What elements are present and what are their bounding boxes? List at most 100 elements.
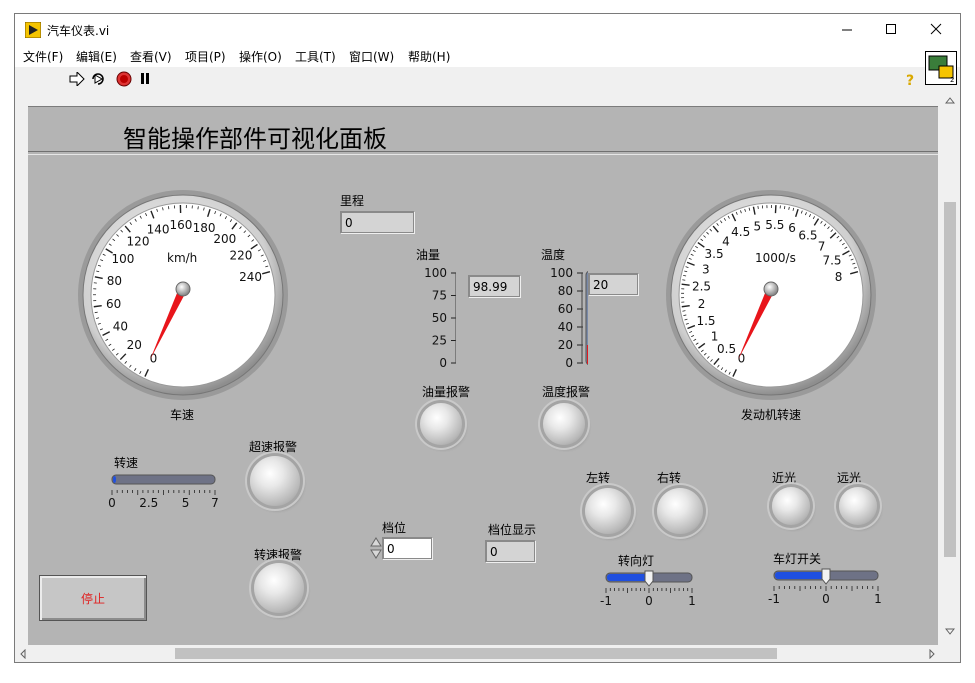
right-turn-label: 右转	[657, 471, 682, 485]
rpm-tick-label: 1.5	[696, 314, 715, 328]
turn-signal-slider[interactable]: -1 0 1	[600, 565, 700, 605]
menu-operate[interactable]: 操作(O)	[239, 48, 282, 65]
pause-icon[interactable]	[139, 72, 151, 86]
stop-button[interactable]: 停止	[39, 575, 147, 621]
thermometer: 100 80 60 40 20 0	[550, 266, 588, 370]
menu-help[interactable]: 帮助(H)	[408, 48, 450, 65]
turn-thumb	[644, 570, 654, 587]
scroll-up-icon[interactable]	[945, 96, 955, 104]
panel-face: 智能操作部件可视化面板 0 20 40 60 80 100 120 140 160 180 200 2…	[28, 106, 938, 645]
rpm-tick-label: 3.5	[705, 247, 724, 261]
rpm-needle-hub	[763, 281, 779, 297]
fuel-value-indicator: 98.99	[468, 275, 520, 297]
menu-window[interactable]: 窗口(W)	[349, 48, 394, 65]
turn-tick-label: 0	[645, 594, 653, 605]
rpm-tick-label: 6.5	[798, 229, 817, 243]
menu-project[interactable]: 项目(P)	[185, 48, 226, 65]
vi-connector-icon: 2	[925, 51, 957, 85]
svg-text:2: 2	[950, 76, 954, 84]
rotation-tick-label: 7	[211, 496, 219, 507]
speed-tick-label: 200	[213, 232, 236, 246]
fuel-tick-label: 50	[432, 311, 447, 325]
speed-tick	[197, 206, 199, 210]
gear-display-indicator: 0	[485, 540, 535, 562]
rpm-gauge[interactable]: 00.511.5 2 2.5 3 3.544.5 5 5.5 66.577.5 8 1000/s	[664, 188, 878, 402]
fuel-tick-label: 100	[424, 266, 447, 280]
menu-view[interactable]: 查看(V)	[130, 48, 172, 65]
gear-increment-decrement-icon[interactable]	[370, 536, 382, 560]
light-fill	[775, 572, 827, 579]
light-switch-slider[interactable]: -1 0 1	[768, 563, 888, 603]
high-beam-led	[839, 487, 877, 525]
fuel-alarm-led	[420, 403, 462, 445]
fuel-alarm-label: 油量报警	[422, 385, 471, 399]
turn-tick-label: 1	[688, 594, 696, 605]
high-beam-label: 远光	[837, 471, 862, 485]
mileage-indicator: 0	[340, 211, 414, 233]
gear-label: 档位	[382, 521, 407, 535]
turn-tick-label: -1	[600, 594, 612, 605]
speed-gauge[interactable]: 020406080100120140 160 180200220240km/h	[76, 188, 290, 402]
minimize-icon[interactable]	[841, 24, 853, 36]
labview-vi-icon	[25, 22, 41, 38]
panel-title: 智能操作部件可视化面板	[123, 125, 387, 153]
rpm-tick-label: 3	[702, 263, 710, 277]
low-beam-led	[772, 487, 810, 525]
scroll-right-icon[interactable]	[928, 649, 936, 659]
rpm-tick-label: 6	[788, 221, 796, 235]
menu-tools[interactable]: 工具(T)	[295, 48, 336, 65]
speed-tick-label: 40	[113, 319, 128, 333]
abort-icon[interactable]	[116, 71, 132, 87]
horizontal-scrollbar[interactable]	[15, 645, 940, 662]
speed-unit-label: km/h	[167, 251, 197, 265]
speed-tick-label: 160	[170, 218, 193, 232]
left-turn-label: 左转	[586, 471, 611, 485]
temp-tick-label: 80	[558, 284, 573, 298]
rotation-tick-label: 5	[182, 496, 190, 507]
rotation-slider[interactable]: 0 2.5 5 7	[106, 467, 232, 507]
mileage-label: 里程	[340, 194, 365, 208]
rpm-gauge-label: 发动机转速	[741, 408, 802, 422]
speed-tick-label: 80	[107, 274, 122, 288]
temperature-alarm-led	[543, 403, 585, 445]
rpm-tick-label: 5	[754, 219, 762, 233]
rpm-alarm-led	[254, 563, 304, 613]
left-turn-led	[585, 488, 631, 534]
scroll-down-icon[interactable]	[945, 628, 955, 636]
horizontal-scroll-thumb[interactable]	[175, 648, 777, 659]
vertical-scrollbar[interactable]	[940, 92, 960, 640]
temp-tick-label: 60	[558, 302, 573, 316]
vi-window: 汽车仪表.vi 文件(F) 编辑(E) 查看(V) 项目(P) 操作(O) 工具…	[14, 13, 961, 663]
run-continuously-icon[interactable]	[90, 71, 106, 87]
title-bar: 汽车仪表.vi	[15, 14, 960, 45]
right-turn-led	[657, 488, 703, 534]
help-icon[interactable]: ?	[904, 72, 918, 88]
rotation-fill	[113, 476, 116, 483]
rpm-tick	[682, 310, 686, 312]
rpm-tick	[682, 279, 686, 281]
rpm-tick-label: 7	[818, 240, 826, 254]
menu-file[interactable]: 文件(F)	[23, 48, 63, 65]
close-icon[interactable]	[930, 23, 942, 35]
temp-tick-label: 100	[550, 266, 573, 280]
run-arrow-icon[interactable]	[69, 72, 85, 86]
toolbar: ? 2	[15, 51, 960, 92]
scroll-left-icon[interactable]	[19, 649, 27, 659]
svg-text:?: ?	[906, 73, 914, 88]
temperature-alarm-label: 温度报警	[542, 385, 591, 399]
rpm-tick-label: 5.5	[765, 218, 784, 232]
speed-gauge-label: 车速	[170, 408, 195, 422]
stop-button-label: 停止	[80, 591, 105, 606]
gear-control-input[interactable]: 0	[382, 537, 432, 559]
rpm-unit-label: 1000/s	[755, 251, 796, 265]
menu-edit[interactable]: 编辑(E)	[76, 48, 117, 65]
rpm-tick-label: 2	[698, 297, 706, 311]
vertical-scroll-thumb[interactable]	[944, 202, 956, 557]
temp-tick-label: 20	[558, 338, 573, 352]
window-title: 汽车仪表.vi	[47, 24, 110, 38]
rpm-tick-label: 7.5	[822, 254, 841, 268]
temp-tick-label: 0	[565, 356, 573, 370]
rpm-alarm-label: 转速报警	[254, 548, 303, 562]
rotation-tick-label: 0	[108, 496, 116, 507]
maximize-icon[interactable]	[885, 23, 897, 35]
